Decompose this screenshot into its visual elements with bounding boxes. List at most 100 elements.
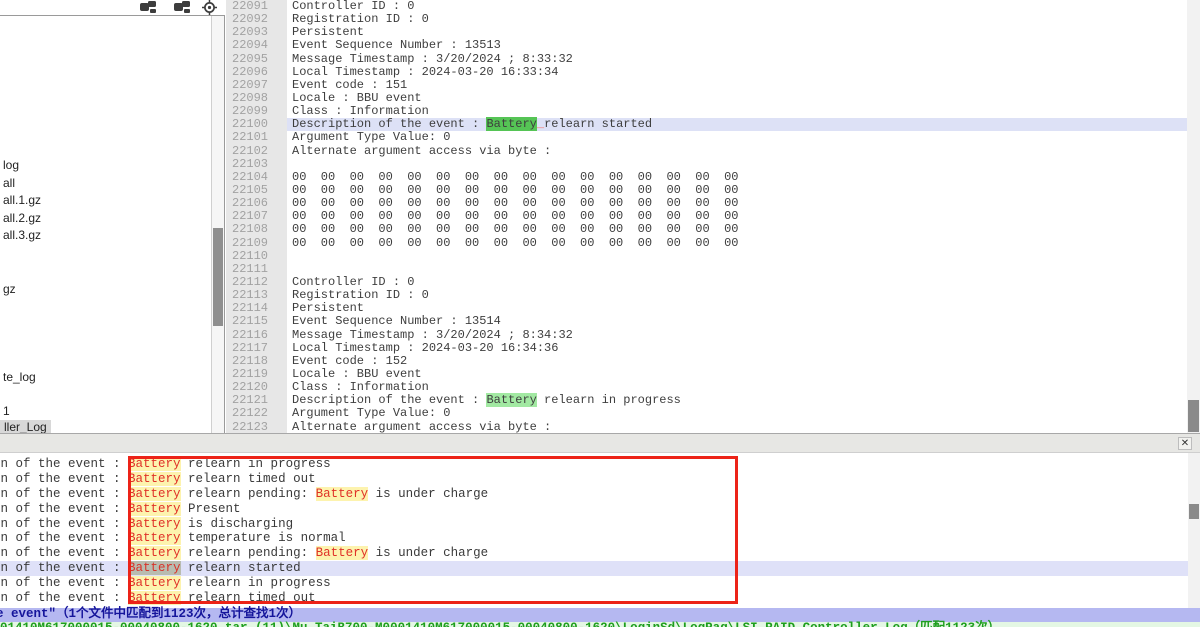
line-number: 22116 xyxy=(226,329,287,342)
highlighted-match: Battery xyxy=(128,591,181,605)
results-list: on of the event : Battery relearn in pro… xyxy=(0,457,1188,606)
highlighted-match: Battery xyxy=(128,531,181,545)
text-run: Argument Type Value: 0 xyxy=(292,406,450,420)
line-number: 22123 xyxy=(226,421,287,434)
editor-line: 22113Registration ID : 0 xyxy=(226,289,1187,302)
text-run: relearn pending: xyxy=(181,487,316,501)
line-number: 22118 xyxy=(226,355,287,368)
file-list-scrollbar[interactable] xyxy=(211,16,224,433)
results-scrollbar[interactable] xyxy=(1188,453,1200,608)
editor-scrollbar-thumb[interactable] xyxy=(1188,400,1199,432)
text-run: is discharging xyxy=(181,517,294,531)
text-run: on of the event : xyxy=(0,561,128,575)
highlighted-match: Battery xyxy=(486,117,536,131)
sidebar-item[interactable]: all.1.gz xyxy=(3,193,41,208)
matched-file-path[interactable]: 01410M617000015-00040800-1620.tar (11)\M… xyxy=(0,622,1200,627)
text-run: Persistent xyxy=(292,301,364,315)
text-run: relearn pending: xyxy=(181,546,316,560)
text-run: Local Timestamp : 2024-03-20 16:34:36 xyxy=(292,341,558,355)
text-run: on of the event : xyxy=(0,517,128,531)
editor-line: 2210900 00 00 00 00 00 00 00 00 00 00 00… xyxy=(226,237,1187,250)
line-number: 22117 xyxy=(226,342,287,355)
text-run: 00 00 00 00 00 00 00 00 00 00 00 00 00 0… xyxy=(292,196,738,210)
search-summary-bar[interactable]: e event"（1个文件中匹配到1123次，总计查找1次） xyxy=(0,608,1200,622)
text-run: 00 00 00 00 00 00 00 00 00 00 00 00 00 0… xyxy=(292,183,738,197)
text-run: 00 00 00 00 00 00 00 00 00 00 00 00 00 0… xyxy=(292,236,738,250)
line-number: 22096 xyxy=(226,66,287,79)
text-run: relearn started xyxy=(544,117,652,131)
editor-scrollbar[interactable] xyxy=(1187,0,1200,434)
sidebar-item[interactable]: ller_Log xyxy=(0,420,51,433)
result-row[interactable]: on of the event : Battery is discharging xyxy=(0,517,1188,532)
text-run: Alternate argument access via byte : xyxy=(292,420,551,434)
target-icon[interactable] xyxy=(202,0,222,15)
result-row[interactable]: on of the event : Battery relearn timed … xyxy=(0,472,1188,487)
text-run: on of the event : xyxy=(0,576,128,590)
text-run: Argument Type Value: 0 xyxy=(292,130,450,144)
line-number: 22095 xyxy=(226,53,287,66)
result-row[interactable]: on of the event : Battery relearn pendin… xyxy=(0,487,1188,502)
line-number: 22102 xyxy=(226,145,287,158)
text-run: Message Timestamp : 3/20/2024 ; 8:33:32 xyxy=(292,52,573,66)
line-number: 22103 xyxy=(226,158,287,171)
line-number: 22097 xyxy=(226,79,287,92)
editor-line: 22110 xyxy=(226,250,1187,263)
text-run: on of the event : xyxy=(0,472,128,486)
text-run: on of the event : xyxy=(0,457,128,471)
result-row[interactable]: on of the event : Battery relearn starte… xyxy=(0,561,1188,576)
result-row[interactable]: on of the event : Battery relearn in pro… xyxy=(0,457,1188,472)
highlighted-match: Battery xyxy=(486,393,536,407)
text-run: is under charge xyxy=(368,487,488,501)
sidebar-item[interactable]: 1 xyxy=(3,404,10,419)
highlighted-match: Battery xyxy=(128,472,181,486)
editor-lines: 22091Controller ID : 022092Registration … xyxy=(226,0,1187,434)
sidebar-item[interactable]: all.3.gz xyxy=(3,228,41,243)
text-run: relearn in progress xyxy=(537,393,681,407)
text-run: Controller ID : 0 xyxy=(292,275,414,289)
text-run: Event code : 152 xyxy=(292,354,407,368)
results-scrollbar-thumb[interactable] xyxy=(1189,504,1199,519)
text-run: 00 00 00 00 00 00 00 00 00 00 00 00 00 0… xyxy=(292,222,738,236)
editor-line: 22092Registration ID : 0 xyxy=(226,13,1187,26)
text-run: relearn in progress xyxy=(181,576,331,590)
text-run: relearn in progress xyxy=(181,457,331,471)
text-run: on of the event : xyxy=(0,546,128,560)
editor-line-text: Local Timestamp : 2024-03-20 16:34:36 xyxy=(287,342,1187,355)
sidebar-item[interactable]: all xyxy=(3,176,15,191)
text-run: Description of the event : xyxy=(292,117,486,131)
search-results-panel: on of the event : Battery relearn in pro… xyxy=(0,453,1188,608)
sidebar-item[interactable]: te_log xyxy=(3,370,36,385)
editor-line-text: Event code : 151 xyxy=(287,79,1187,92)
line-number: 22115 xyxy=(226,315,287,328)
highlighted-match: Battery xyxy=(128,517,181,531)
sidebar-item[interactable]: all.2.gz xyxy=(3,211,41,226)
sidebar-item[interactable]: log xyxy=(3,158,19,173)
result-row[interactable]: on of the event : Battery relearn pendin… xyxy=(0,546,1188,561)
documents-icon[interactable] xyxy=(139,0,159,15)
text-run: Event Sequence Number : 13514 xyxy=(292,314,501,328)
text-run: 00 00 00 00 00 00 00 00 00 00 00 00 00 0… xyxy=(292,209,738,223)
text-run: Event code : 151 xyxy=(292,78,407,92)
line-number: 22104 xyxy=(226,171,287,184)
editor-line-text: 00 00 00 00 00 00 00 00 00 00 00 00 00 0… xyxy=(287,237,1187,250)
editor-line-text: Registration ID : 0 xyxy=(287,289,1187,302)
search-summary-text: e event"（1个文件中匹配到1123次，总计查找1次） xyxy=(0,608,301,622)
close-icon[interactable]: ✕ xyxy=(1178,437,1192,450)
result-row[interactable]: on of the event : Battery temperature is… xyxy=(0,531,1188,546)
text-run: 00 00 00 00 00 00 00 00 00 00 00 00 00 0… xyxy=(292,170,738,184)
text-run: Controller ID : 0 xyxy=(292,0,414,13)
highlighted-match: Battery xyxy=(316,546,369,560)
highlighted-match: Battery xyxy=(128,502,181,516)
result-row[interactable]: on of the event : Battery relearn in pro… xyxy=(0,576,1188,591)
text-run: Locale : BBU event xyxy=(292,367,422,381)
highlighted-match: _ xyxy=(537,117,544,131)
file-list-scrollbar-thumb[interactable] xyxy=(213,228,223,326)
file-list-panel: log all all.1.gz all.2.gz all.3.gz gz te_log 1l… xyxy=(0,15,225,433)
result-row[interactable]: on of the event : Battery relearn timed … xyxy=(0,591,1188,606)
editor-line: 22102Alternate argument access via byte … xyxy=(226,145,1187,158)
line-number: 22111 xyxy=(226,263,287,276)
sidebar-item[interactable]: gz xyxy=(3,282,16,297)
log-editor[interactable]: 22091Controller ID : 022092Registration … xyxy=(226,0,1187,434)
documents-icon-2[interactable] xyxy=(173,0,193,15)
result-row[interactable]: on of the event : Battery Present xyxy=(0,502,1188,517)
